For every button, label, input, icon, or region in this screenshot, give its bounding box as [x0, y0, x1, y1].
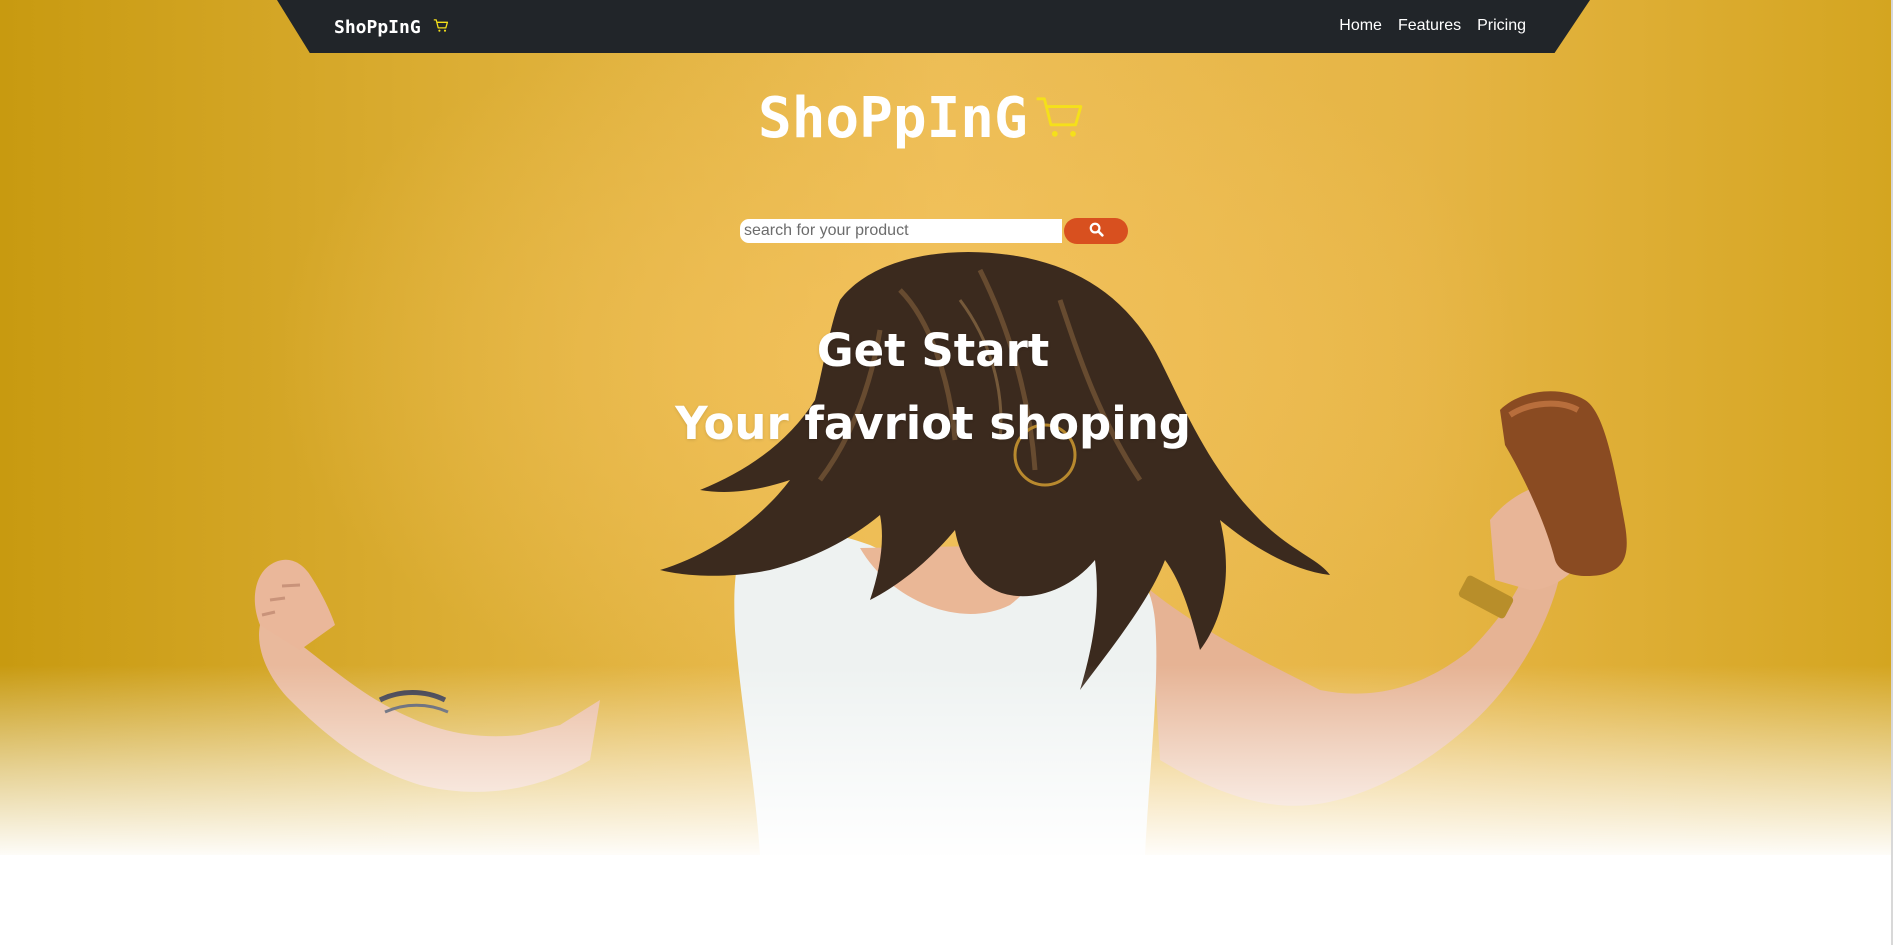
navbar-brand[interactable]: ShoPpInG: [334, 15, 449, 39]
search-form: [740, 218, 1128, 244]
search-icon: [1089, 222, 1104, 240]
hero-logo: ShoPpInG: [758, 79, 1144, 159]
cart-icon: [433, 17, 449, 38]
nav-link-pricing[interactable]: Pricing: [1477, 15, 1526, 37]
hero-section: ShoPpInG Home Features Pricing ShoPpInG: [0, 0, 1893, 855]
hero-fade-overlay: [0, 665, 1893, 855]
page: ShoPpInG Home Features Pricing ShoPpInG: [0, 0, 1893, 945]
search-button[interactable]: [1064, 218, 1128, 244]
nav-links: Home Features Pricing: [1339, 15, 1526, 37]
nav-link-home[interactable]: Home: [1339, 15, 1382, 37]
hero-logo-text: ShoPpInG: [758, 86, 1028, 151]
hero-subheadline: Your favriot shoping: [675, 397, 1191, 450]
cart-icon: [1034, 91, 1086, 148]
hero-headline: Get Start: [816, 324, 1050, 377]
search-input[interactable]: [740, 219, 1062, 243]
nav-link-features[interactable]: Features: [1398, 15, 1461, 37]
navbar-brand-label: ShoPpInG: [334, 16, 421, 38]
